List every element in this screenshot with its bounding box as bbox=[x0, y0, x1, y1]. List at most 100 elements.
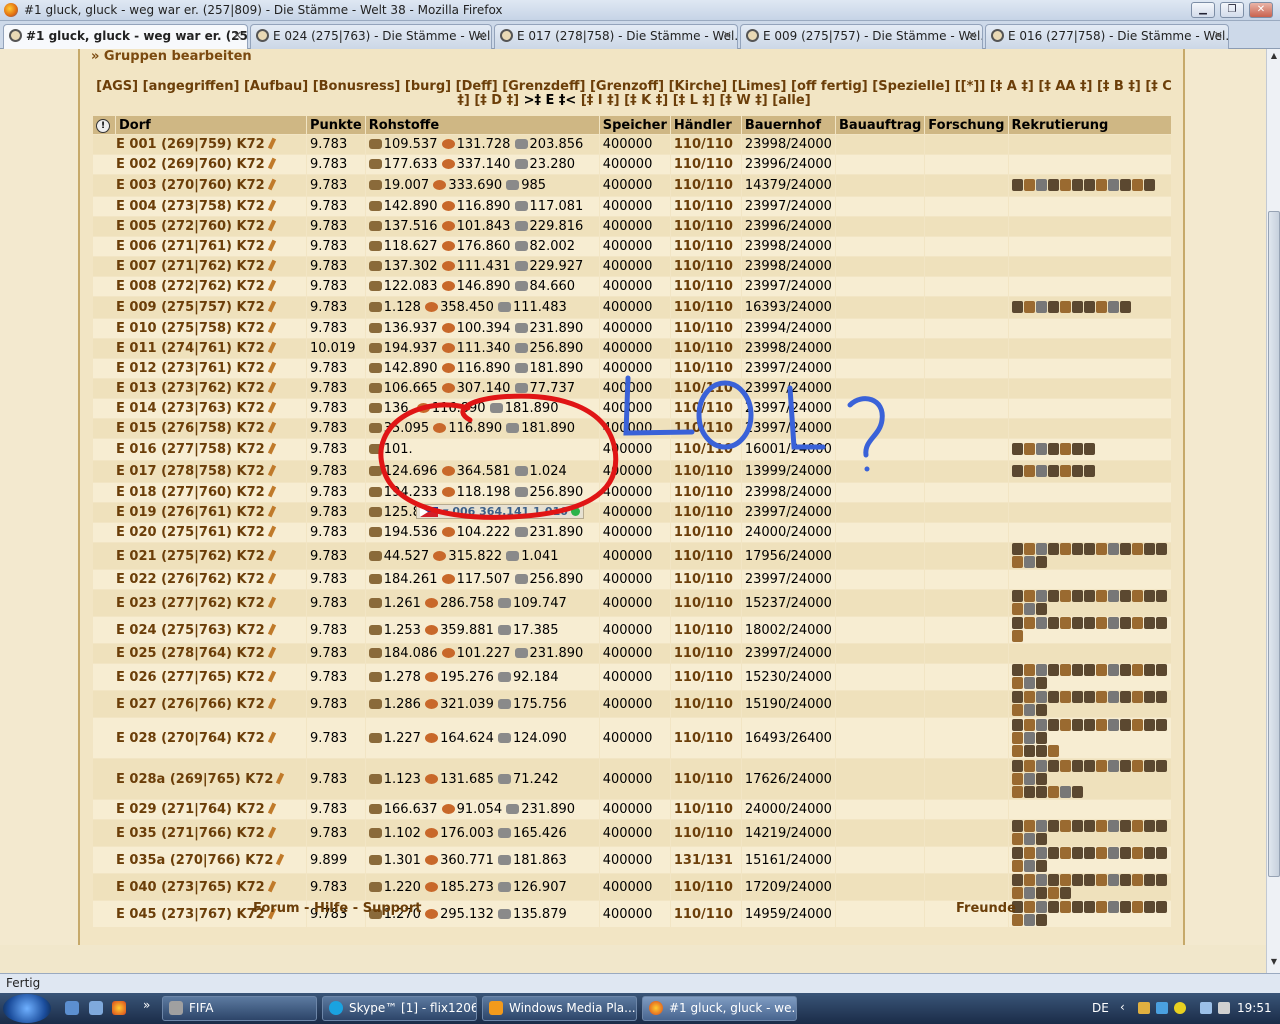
traders-cell[interactable]: 110/110 bbox=[670, 483, 741, 502]
village-link[interactable]: E 035 (271|766) K72 bbox=[116, 826, 265, 841]
village-link[interactable]: E 024 (275|763) K72 bbox=[116, 623, 265, 638]
rename-pencil-icon[interactable] bbox=[267, 300, 276, 313]
traders-cell[interactable]: 110/110 bbox=[670, 197, 741, 216]
traders-cell[interactable]: 110/110 bbox=[670, 135, 741, 154]
friends-link[interactable]: Freunde bbox=[956, 901, 1016, 916]
rename-pencil-icon[interactable] bbox=[267, 826, 276, 838]
traders-cell[interactable]: 110/110 bbox=[670, 257, 741, 276]
traders-cell[interactable]: 110/110 bbox=[670, 461, 741, 482]
group-filter[interactable]: [Limes] bbox=[732, 79, 787, 94]
traders-cell[interactable]: 110/110 bbox=[670, 590, 741, 616]
village-link[interactable]: E 028 (270|764) K72 bbox=[116, 731, 265, 746]
tab-close-icon[interactable]: ✕ bbox=[723, 25, 732, 47]
village-link[interactable]: E 018 (277|760) K72 bbox=[116, 485, 265, 500]
switch-windows-icon[interactable] bbox=[89, 1001, 103, 1015]
group-filter[interactable]: [AGS] bbox=[96, 79, 138, 94]
traders-cell[interactable]: 110/110 bbox=[670, 570, 741, 589]
village-link[interactable]: E 014 (273|763) K72 bbox=[116, 401, 265, 416]
rename-pencil-icon[interactable] bbox=[267, 157, 276, 170]
traders-cell[interactable]: 110/110 bbox=[670, 503, 741, 522]
taskbar-item-fifa[interactable]: FIFA bbox=[162, 996, 317, 1021]
traders-cell[interactable]: 110/110 bbox=[670, 644, 741, 663]
col-header-speicher[interactable]: Speicher bbox=[599, 116, 670, 134]
rename-pencil-icon[interactable] bbox=[276, 772, 285, 784]
show-desktop-icon[interactable] bbox=[65, 1001, 79, 1015]
rename-pencil-icon[interactable] bbox=[267, 646, 276, 659]
traders-cell[interactable]: 110/110 bbox=[670, 664, 741, 690]
rename-pencil-icon[interactable] bbox=[267, 279, 276, 292]
forum-link[interactable]: Forum bbox=[253, 901, 300, 916]
group-filter[interactable]: [Aufbau] bbox=[244, 79, 308, 94]
village-link[interactable]: E 022 (276|762) K72 bbox=[116, 572, 265, 587]
traders-cell[interactable]: 110/110 bbox=[670, 379, 741, 398]
village-link[interactable]: E 040 (273|765) K72 bbox=[116, 880, 265, 895]
rename-pencil-icon[interactable] bbox=[267, 219, 276, 232]
group-filter[interactable]: [[*]] bbox=[955, 79, 986, 94]
village-link[interactable]: E 045 (273|767) K72 bbox=[116, 907, 265, 922]
rename-pencil-icon[interactable] bbox=[267, 199, 276, 212]
col-header-bauernhof[interactable]: Bauernhof bbox=[741, 116, 835, 134]
rename-pencil-icon[interactable] bbox=[267, 572, 276, 585]
rename-pencil-icon[interactable] bbox=[267, 361, 276, 374]
clock[interactable]: 19:51 bbox=[1237, 1001, 1272, 1015]
skype-number-tooltip[interactable]: ▾ 006 364.141 1.010 bbox=[416, 504, 584, 519]
rename-pencil-icon[interactable] bbox=[267, 731, 276, 743]
tab-4[interactable]: E 009 (275|757) - Die Stämme - Wel... ✕ bbox=[740, 24, 983, 49]
firefox-quicklaunch-icon[interactable] bbox=[112, 1001, 126, 1015]
rename-pencil-icon[interactable] bbox=[267, 259, 276, 272]
tray-expand-icon[interactable]: ‹ bbox=[1120, 1000, 1125, 1014]
rename-pencil-icon[interactable] bbox=[267, 670, 276, 682]
village-link[interactable]: E 009 (275|757) K72 bbox=[116, 300, 265, 315]
traders-cell[interactable]: 110/110 bbox=[670, 759, 741, 799]
rename-pencil-icon[interactable] bbox=[267, 239, 276, 252]
col-header-forschung[interactable]: Forschung bbox=[925, 116, 1008, 134]
village-link[interactable]: E 028a (269|765) K72 bbox=[116, 772, 273, 787]
traders-cell[interactable]: 110/110 bbox=[670, 617, 741, 643]
village-link[interactable]: E 019 (276|761) K72 bbox=[116, 505, 265, 520]
traders-cell[interactable]: 110/110 bbox=[670, 399, 741, 418]
traders-cell[interactable]: 110/110 bbox=[670, 297, 741, 318]
rename-pencil-icon[interactable] bbox=[267, 401, 276, 414]
volume-icon[interactable] bbox=[1218, 1002, 1230, 1014]
group-filter[interactable]: [alle] bbox=[772, 93, 810, 108]
support-link[interactable]: Support bbox=[363, 901, 422, 916]
traders-cell[interactable]: 110/110 bbox=[670, 237, 741, 256]
traders-cell[interactable]: 131/131 bbox=[670, 847, 741, 873]
village-link[interactable]: E 021 (275|762) K72 bbox=[116, 549, 265, 564]
tray-warning-icon[interactable] bbox=[1174, 1002, 1186, 1014]
group-filter[interactable]: [off fertig] bbox=[791, 79, 868, 94]
rename-pencil-icon[interactable] bbox=[267, 880, 276, 892]
rename-pencil-icon[interactable] bbox=[267, 596, 276, 608]
group-filter[interactable]: [Grenzoff] bbox=[590, 79, 664, 94]
village-link[interactable]: E 011 (274|761) K72 bbox=[116, 341, 265, 356]
col-header-rohstoffe[interactable]: Rohstoffe bbox=[365, 116, 599, 134]
village-link[interactable]: E 008 (272|762) K72 bbox=[116, 279, 265, 294]
group-filter[interactable]: [‡ AA ‡] bbox=[1038, 79, 1092, 94]
more-quicklaunch-icon[interactable]: » bbox=[143, 998, 150, 1012]
group-filter[interactable]: [‡ K ‡] bbox=[624, 93, 668, 108]
taskbar-item-media-player[interactable]: Windows Media Pla... bbox=[482, 996, 637, 1021]
village-link[interactable]: E 013 (273|762) K72 bbox=[116, 381, 265, 396]
traders-cell[interactable]: 110/110 bbox=[670, 874, 741, 900]
group-filter[interactable]: [Bonusress] bbox=[313, 79, 401, 94]
rename-pencil-icon[interactable] bbox=[267, 525, 276, 538]
village-link[interactable]: E 020 (275|761) K72 bbox=[116, 525, 265, 540]
traders-cell[interactable]: 110/110 bbox=[670, 523, 741, 542]
taskbar-item-firefox[interactable]: #1 gluck, gluck - we... bbox=[642, 996, 797, 1021]
tab-close-icon[interactable]: ✕ bbox=[477, 25, 486, 47]
rename-pencil-icon[interactable] bbox=[267, 549, 276, 561]
village-link[interactable]: E 004 (273|758) K72 bbox=[116, 199, 265, 214]
traders-cell[interactable]: 110/110 bbox=[670, 359, 741, 378]
taskbar-item-skype[interactable]: Skype™ [1] - flix1206 bbox=[322, 996, 477, 1021]
tab-3[interactable]: E 017 (278|758) - Die Stämme - Wel... ✕ bbox=[494, 24, 738, 49]
traders-cell[interactable]: 110/110 bbox=[670, 319, 741, 338]
group-filter[interactable]: [‡ W ‡] bbox=[719, 93, 767, 108]
traders-cell[interactable]: 110/110 bbox=[670, 718, 741, 758]
village-link[interactable]: E 027 (276|766) K72 bbox=[116, 697, 265, 712]
traders-cell[interactable]: 110/110 bbox=[670, 155, 741, 174]
traders-cell[interactable]: 110/110 bbox=[670, 820, 741, 846]
traders-cell[interactable]: 110/110 bbox=[670, 277, 741, 296]
traders-cell[interactable]: 110/110 bbox=[670, 439, 741, 460]
traders-cell[interactable]: 110/110 bbox=[670, 175, 741, 196]
rename-pencil-icon[interactable] bbox=[267, 442, 276, 455]
